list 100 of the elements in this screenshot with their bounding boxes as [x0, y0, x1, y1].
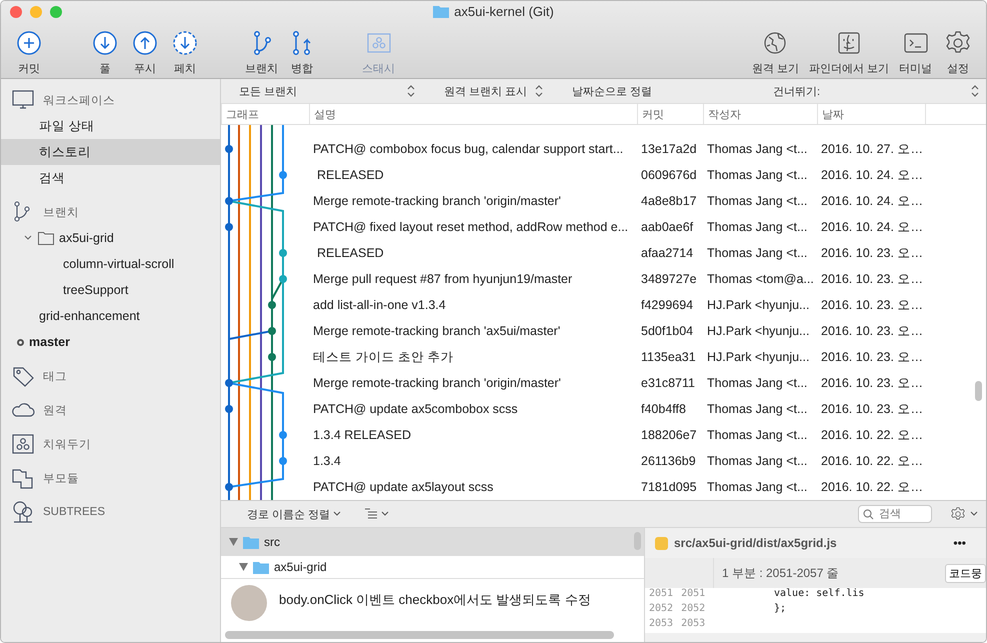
settings-button[interactable]: 설정	[940, 29, 976, 76]
up-down-icon	[534, 84, 544, 98]
commit-description: PATCH@ combobox focus bug, calendar support start...	[312, 142, 624, 156]
scrollbar-thumb[interactable]	[225, 631, 614, 639]
disclosure-triangle-icon[interactable]	[229, 538, 238, 546]
commit-dot[interactable]	[268, 353, 276, 361]
commit-dot[interactable]	[225, 197, 233, 205]
commit-hash: aab0ae6f	[640, 220, 694, 234]
column-header[interactable]: 커밋	[637, 104, 703, 124]
globe-button[interactable]: 원격 보기	[750, 29, 801, 76]
scrollbar-thumb[interactable]	[634, 532, 641, 550]
stash-icon	[11, 432, 35, 456]
folder-icon	[243, 536, 259, 548]
column-header[interactable]: 작성자	[703, 104, 817, 124]
branch-item[interactable]: column-virtual-scroll	[63, 257, 174, 271]
commit-dot[interactable]	[225, 405, 233, 413]
hunk-header: 1 부분 : 2051-2057 줄	[722, 564, 839, 582]
up-down-icon[interactable]	[970, 84, 980, 98]
sidebar-item[interactable]: 히스토리	[1, 139, 220, 165]
finder-button[interactable]: 파인더에서 보기	[806, 29, 891, 76]
commit-description: PATCH@ update ax5layout scss	[312, 480, 494, 494]
commit-author: Thomas Jang <t...	[706, 220, 808, 234]
column-header[interactable]: 날짜	[817, 104, 925, 124]
fetch-button[interactable]: 페치	[167, 29, 203, 76]
column-header[interactable]: 그래프	[221, 104, 309, 124]
up-arrow-circle-icon	[131, 29, 159, 57]
section-label[interactable]: 원격	[43, 402, 67, 418]
filter-dropdown[interactable]: 원격 브랜치 표시	[426, 79, 554, 103]
folder-icon	[253, 560, 269, 574]
line-number: 2052	[649, 603, 674, 616]
section-label[interactable]: 치워두기	[43, 436, 91, 452]
folder-icon	[433, 5, 450, 18]
branch-button[interactable]: 브랜치	[243, 29, 280, 76]
filter-dropdown[interactable]: 날짜순으로 정렬	[554, 79, 662, 103]
commit-hash: f4299694	[640, 298, 694, 312]
commit-dot[interactable]	[225, 483, 233, 491]
commit-author: Thomas Jang <t...	[706, 454, 808, 468]
settings-menu-button[interactable]	[950, 506, 978, 522]
section-label[interactable]: 워크스페이스	[43, 92, 115, 108]
commit-dot[interactable]	[279, 171, 287, 179]
commit-date: 2016. 10. 23. 오…	[820, 374, 924, 392]
sort-dropdown[interactable]: 경로 이름순 정렬	[241, 506, 348, 522]
terminal-button[interactable]: 터미널	[897, 29, 934, 76]
commit-button[interactable]: 커밋	[11, 29, 47, 76]
commit-description: Merge remote-tracking branch 'origin/master'	[312, 194, 562, 208]
commit-dot[interactable]	[279, 431, 287, 439]
branch-item[interactable]: treeSupport	[63, 283, 128, 297]
commit-author: Thomas Jang <t...	[706, 142, 808, 156]
list-icon	[365, 508, 378, 520]
view-mode-button[interactable]	[365, 508, 390, 520]
file-tree-row[interactable]: ax5ui-grid	[221, 556, 644, 579]
commit-date: 2016. 10. 23. 오…	[820, 322, 924, 340]
disclosure-triangle-icon[interactable]	[239, 563, 248, 571]
commit-dot[interactable]	[225, 145, 233, 153]
hunk-button[interactable]: 코드뭉	[945, 564, 986, 582]
section-label[interactable]: 부모듈	[43, 470, 79, 486]
push-button[interactable]: 푸시	[127, 29, 163, 76]
sidebar-item[interactable]: 파일 상태	[1, 113, 220, 139]
merge-button[interactable]: 병합	[284, 29, 320, 76]
commit-dot[interactable]	[279, 275, 287, 283]
commit-description: RELEASED	[316, 168, 385, 182]
scrollbar-thumb[interactable]	[975, 381, 982, 401]
commit-author: HJ.Park <hyunju...	[706, 350, 810, 364]
section-label[interactable]: SUBTREES	[43, 506, 105, 518]
commit-dot[interactable]	[268, 301, 276, 309]
commit-author: HJ.Park <hyunju...	[706, 298, 810, 312]
section-label[interactable]: 브랜치	[43, 204, 79, 220]
search-icon	[863, 509, 874, 520]
file-tree-row[interactable]: src	[221, 528, 644, 556]
window-title: ax5ui-kernel (Git)	[454, 4, 554, 19]
commit-hash: afaa2714	[640, 246, 694, 260]
search-field[interactable]: 검색	[858, 505, 932, 523]
commit-author: Thomas Jang <t...	[706, 168, 808, 182]
commit-hash: f40b4ff8	[640, 402, 687, 416]
commit-date: 2016. 10. 23. 오…	[820, 400, 924, 418]
commit-hash: 5d0f1b04	[640, 324, 694, 338]
close-button[interactable]	[10, 6, 22, 18]
pull-button[interactable]: 풀	[87, 29, 123, 76]
branch-folder[interactable]: ax5ui-grid	[59, 231, 114, 245]
sidebar-item[interactable]: 검색	[1, 165, 220, 191]
commit-dot[interactable]	[268, 327, 276, 335]
chevron-down-icon	[381, 511, 390, 517]
branch-item[interactable]: grid-enhancement	[39, 309, 140, 323]
commit-author: Thomas Jang <t...	[706, 194, 808, 208]
more-button[interactable]: •••	[947, 535, 972, 551]
section-label[interactable]: 태그	[43, 368, 67, 384]
commit-dot[interactable]	[225, 223, 233, 231]
commit-dot[interactable]	[279, 249, 287, 257]
column-header[interactable]: 설명	[309, 104, 637, 124]
commit-dot[interactable]	[225, 379, 233, 387]
commit-author: Thomas Jang <t...	[706, 480, 808, 494]
commit-author: Thomas Jang <t...	[706, 246, 808, 260]
tree-icon	[11, 500, 35, 524]
down-arrow-circle-icon	[91, 29, 119, 57]
commit-date: 2016. 10. 23. 오…	[820, 296, 924, 314]
commit-description: RELEASED	[316, 246, 385, 260]
commit-author: Thomas Jang <t...	[706, 428, 808, 442]
filter-dropdown[interactable]: 모든 브랜치	[221, 79, 426, 103]
commit-dot[interactable]	[279, 457, 287, 465]
branch-item[interactable]: master	[29, 335, 70, 349]
